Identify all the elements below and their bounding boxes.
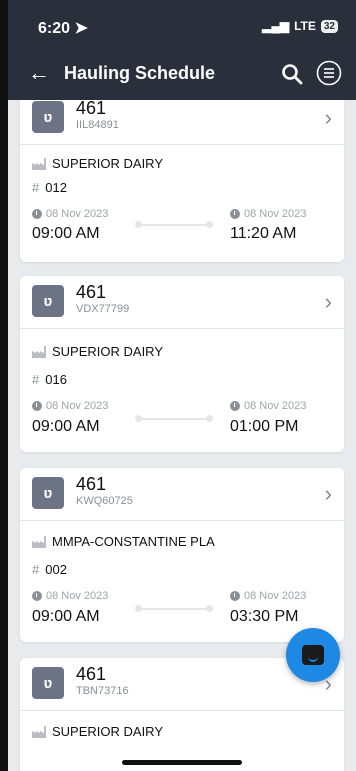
network-label: LTE bbox=[294, 19, 316, 33]
menu-icon[interactable] bbox=[316, 60, 342, 86]
plant-name: SUPERIOR DAIRY bbox=[52, 724, 164, 739]
schedule-card[interactable]: ʋ 461 KWQ60725 › MMPA-CONSTANTINE PLA # … bbox=[20, 468, 344, 642]
plant-row: SUPERIOR DAIRY bbox=[32, 344, 163, 359]
start-time: 09:00 AM bbox=[32, 418, 100, 435]
hash-icon: # bbox=[32, 562, 40, 577]
card-header[interactable]: ʋ 461 KWQ60725 › bbox=[20, 468, 344, 521]
route-number: 461 bbox=[76, 282, 107, 302]
route-icon: ʋ bbox=[32, 101, 64, 133]
end-time: 01:00 PM bbox=[230, 418, 299, 435]
app-screen: 6:20 ➤ ▂▄▆ LTE 32 ← Hauling Schedule ʋ 4… bbox=[8, 0, 356, 771]
clock-icon bbox=[32, 209, 42, 219]
plate-number: IIL84891 bbox=[76, 119, 119, 131]
end-date: 08 Nov 2023 bbox=[230, 400, 306, 412]
load-number: 012 bbox=[45, 180, 67, 195]
end-date: 08 Nov 2023 bbox=[230, 590, 306, 602]
clock-icon bbox=[32, 591, 42, 601]
load-number: 016 bbox=[45, 372, 67, 387]
start-date: 08 Nov 2023 bbox=[32, 590, 108, 602]
plant-row: MMPA-CONSTANTINE PLA bbox=[32, 534, 215, 549]
hash-icon: # bbox=[32, 180, 40, 195]
plant-row: SUPERIOR DAIRY bbox=[32, 156, 163, 171]
card-header[interactable]: ʋ 461 IIL84891 › bbox=[20, 100, 344, 145]
factory-icon bbox=[32, 345, 46, 358]
route-icon: ʋ bbox=[32, 285, 64, 317]
route-number: 461 bbox=[76, 100, 107, 118]
search-icon[interactable] bbox=[280, 62, 304, 86]
status-time: 6:20 ➤ bbox=[38, 20, 88, 37]
chevron-right-icon[interactable]: › bbox=[325, 481, 332, 507]
factory-icon bbox=[32, 535, 46, 548]
battery-icon: 32 bbox=[320, 19, 338, 33]
start-time: 09:00 AM bbox=[32, 225, 100, 242]
number-row: # 016 bbox=[32, 372, 67, 387]
status-indicators: ▂▄▆ LTE 32 bbox=[262, 19, 338, 33]
end-time: 11:20 AM bbox=[230, 225, 297, 242]
number-row: # 012 bbox=[32, 180, 67, 195]
hash-icon: # bbox=[32, 372, 40, 387]
chevron-right-icon[interactable]: › bbox=[325, 105, 332, 131]
back-arrow-icon[interactable]: ← bbox=[28, 62, 50, 84]
time-connector bbox=[135, 221, 213, 228]
app-header: ← Hauling Schedule bbox=[8, 52, 356, 96]
schedule-list[interactable]: ʋ 461 IIL84891 › SUPERIOR DAIRY # 012 08… bbox=[8, 100, 356, 771]
plant-name: MMPA-CONSTANTINE PLA bbox=[52, 534, 215, 549]
status-bar: 6:20 ➤ ▂▄▆ LTE 32 bbox=[8, 0, 356, 52]
page-title: Hauling Schedule bbox=[64, 63, 216, 83]
load-number: 002 bbox=[45, 562, 67, 577]
plant-row: SUPERIOR DAIRY bbox=[32, 724, 163, 739]
end-date: 08 Nov 2023 bbox=[230, 208, 306, 220]
clock-icon bbox=[230, 209, 240, 219]
end-time: 03:30 PM bbox=[230, 608, 299, 625]
schedule-card[interactable]: ʋ 461 IIL84891 › SUPERIOR DAIRY # 012 08… bbox=[20, 100, 344, 262]
plant-name: SUPERIOR DAIRY bbox=[52, 344, 164, 359]
signal-icon: ▂▄▆ bbox=[262, 19, 290, 33]
clock-icon bbox=[32, 401, 42, 411]
route-icon: ʋ bbox=[32, 667, 64, 699]
start-date: 08 Nov 2023 bbox=[32, 208, 108, 220]
factory-icon bbox=[32, 725, 46, 738]
time-connector bbox=[135, 415, 213, 422]
schedule-card[interactable]: ʋ 461 VDX77799 › SUPERIOR DAIRY # 016 08… bbox=[20, 276, 344, 452]
chat-icon bbox=[302, 645, 324, 665]
home-indicator[interactable] bbox=[122, 760, 242, 765]
route-number: 461 bbox=[76, 474, 107, 494]
factory-icon bbox=[32, 157, 46, 170]
plate-number: TBN73716 bbox=[76, 685, 129, 697]
start-time: 09:00 AM bbox=[32, 608, 100, 625]
plate-number: KWQ60725 bbox=[76, 495, 133, 507]
clock-icon bbox=[230, 591, 240, 601]
plant-name: SUPERIOR DAIRY bbox=[52, 156, 164, 171]
time-connector bbox=[135, 605, 213, 612]
route-number: 461 bbox=[76, 664, 107, 684]
plate-number: VDX77799 bbox=[76, 303, 130, 315]
route-icon: ʋ bbox=[32, 477, 64, 509]
number-row: # 002 bbox=[32, 562, 67, 577]
start-date: 08 Nov 2023 bbox=[32, 400, 108, 412]
chevron-right-icon[interactable]: › bbox=[325, 289, 332, 315]
chat-button[interactable] bbox=[286, 628, 340, 682]
clock-icon bbox=[230, 401, 240, 411]
card-header[interactable]: ʋ 461 VDX77799 › bbox=[20, 276, 344, 329]
